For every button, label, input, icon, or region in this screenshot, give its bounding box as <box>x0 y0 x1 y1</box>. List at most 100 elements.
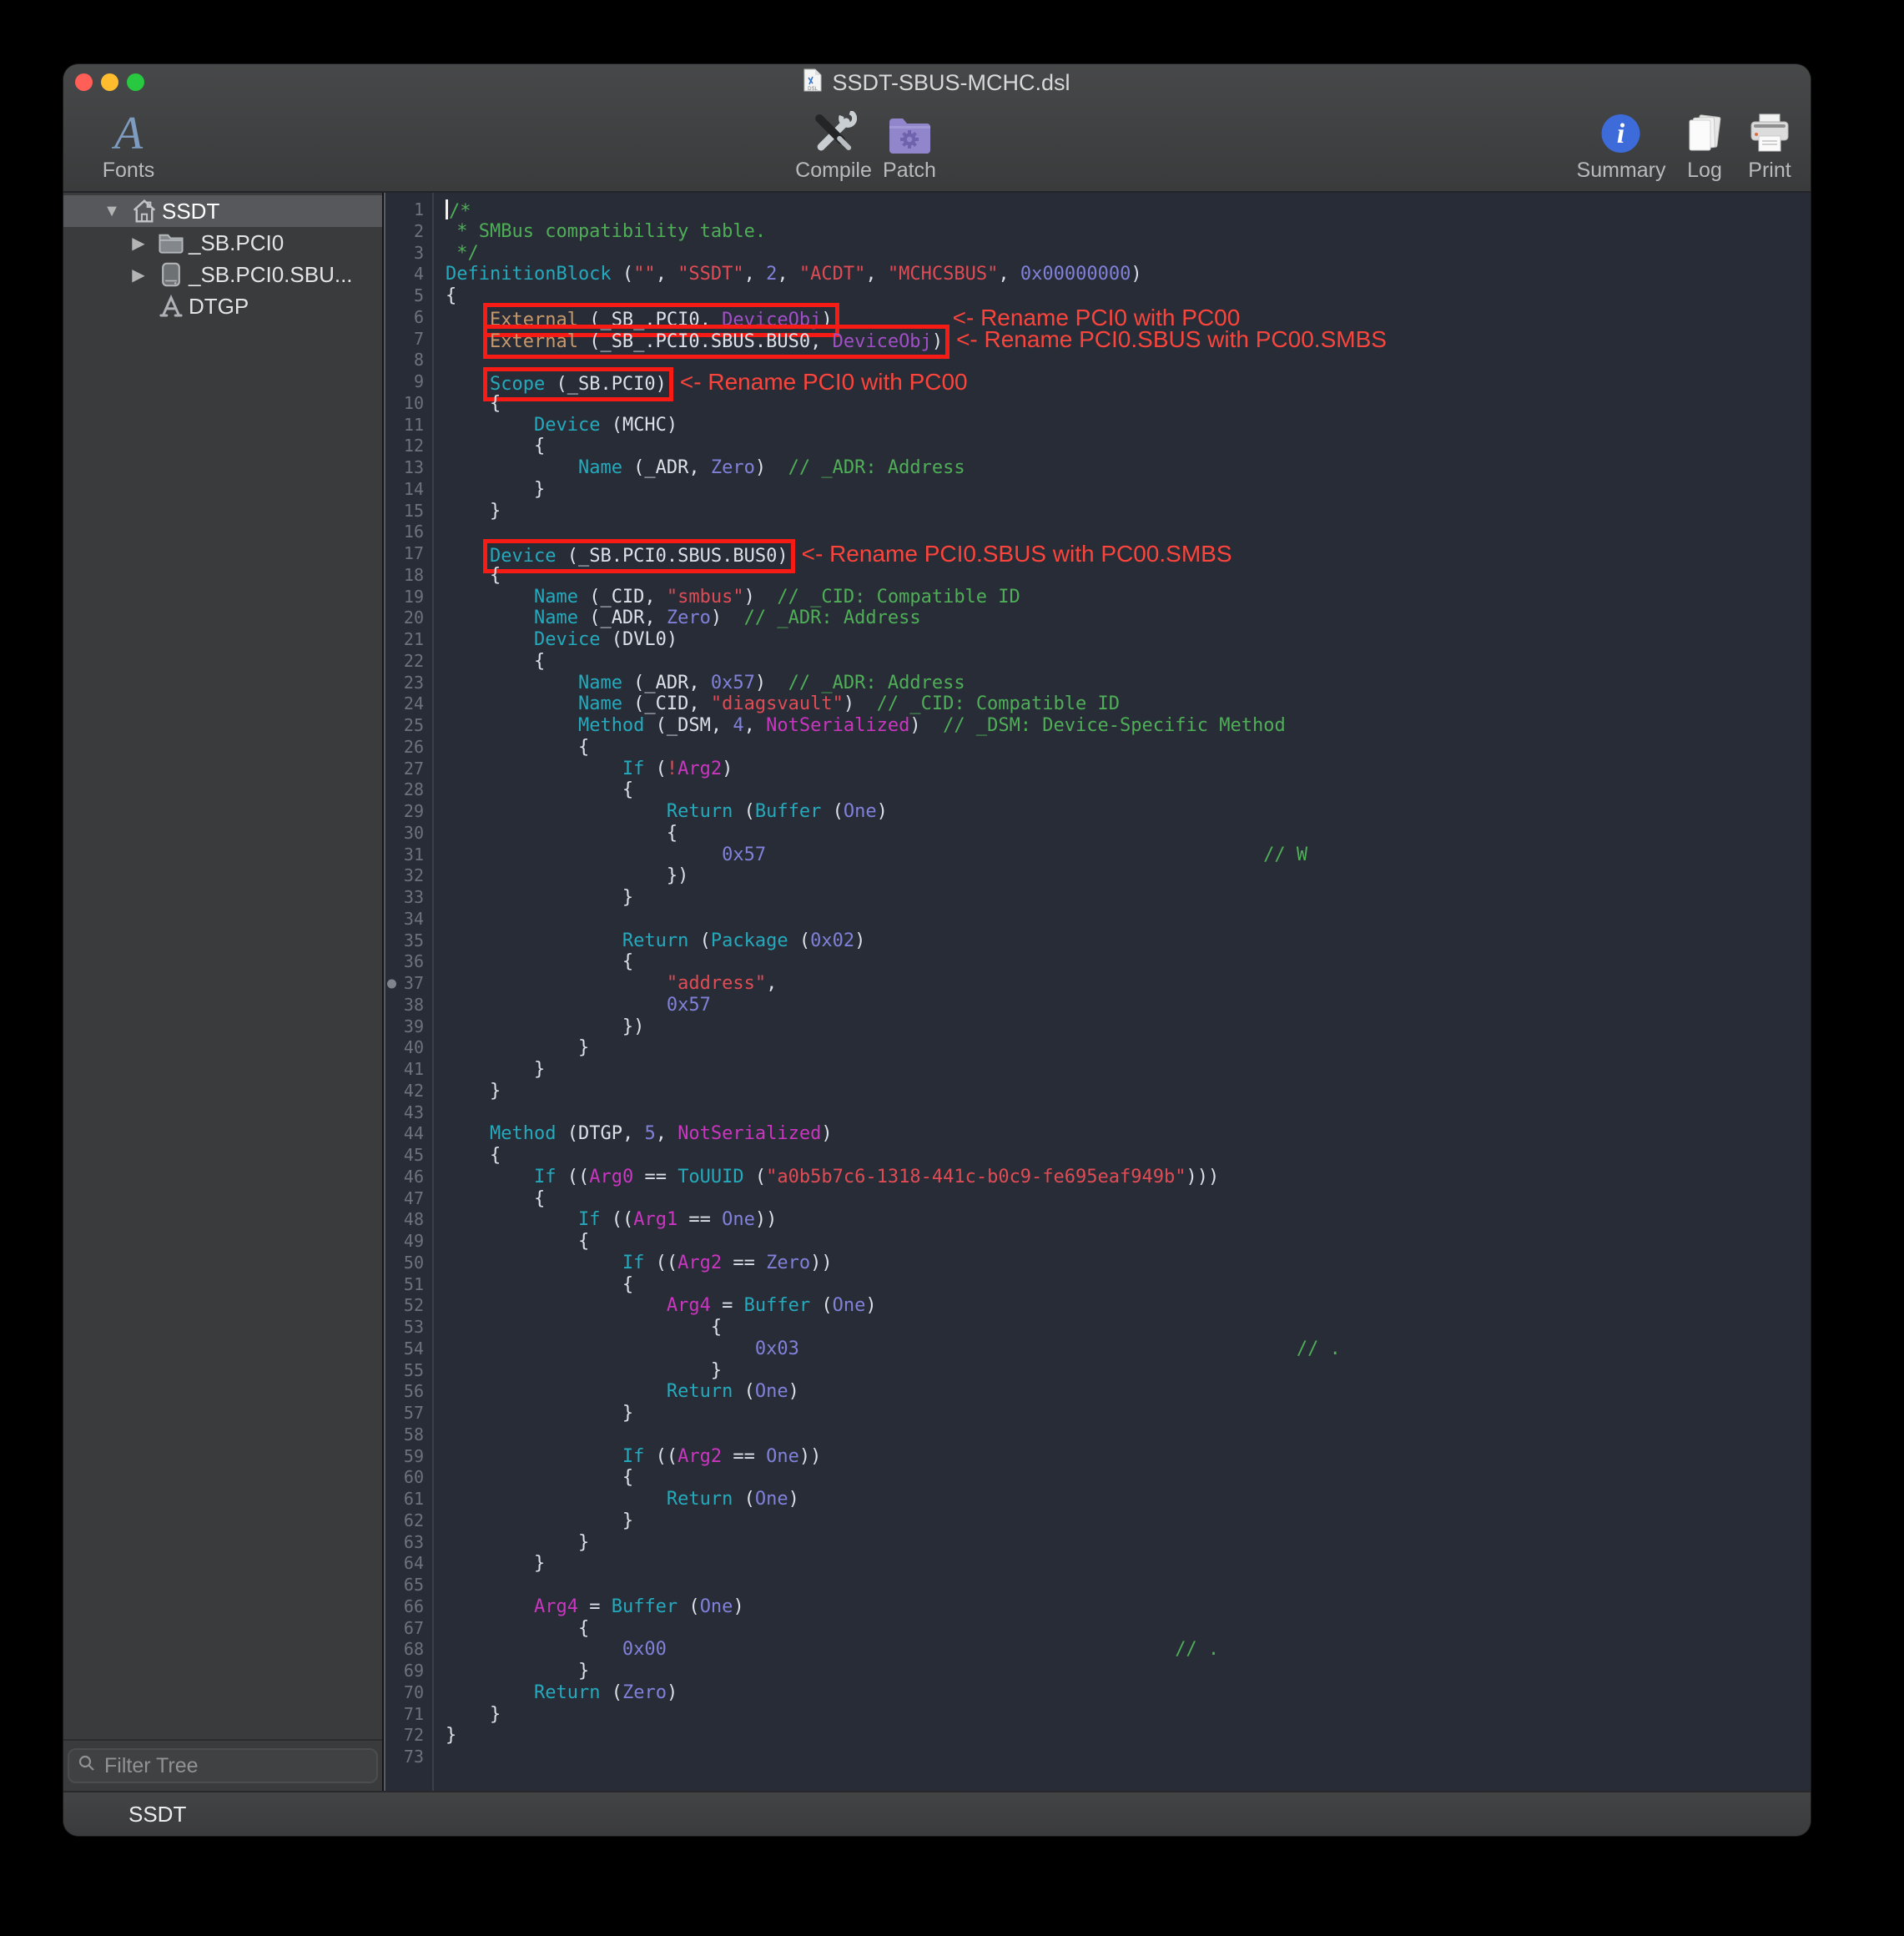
code-line: 63 } <box>384 1532 1811 1554</box>
code-line-text: "address", <box>434 973 777 995</box>
code-line: 21 Device (DVL0) <box>384 629 1811 651</box>
code-token: ( <box>600 1682 622 1703</box>
code-token: (_DSM, <box>644 715 733 736</box>
code-line: 46 If ((Arg0 == ToUUID ("a0b5b7c6-1318-4… <box>384 1167 1811 1188</box>
log-button[interactable]: Log <box>1685 111 1725 183</box>
code-token: { <box>446 651 545 672</box>
code-token <box>446 546 490 567</box>
line-number: 42 <box>384 1081 434 1102</box>
zoom-button[interactable] <box>127 73 144 91</box>
code-line-text: { <box>434 737 589 759</box>
code-token: { <box>446 1317 722 1338</box>
code-token: Zero <box>711 457 755 478</box>
code-token: Arg2 <box>677 759 722 779</box>
code-content: 1/*2 * SMBus compatibility table.3 */4De… <box>384 199 1811 1768</box>
code-line: 54 0x03 // . <box>384 1339 1811 1360</box>
code-token: Device <box>490 546 556 567</box>
home-icon <box>127 199 162 224</box>
compile-button[interactable]: Compile <box>795 111 872 183</box>
code-token: "" <box>633 264 656 285</box>
code-line-text: External (_SB_.PCI0, DeviceObj)<- Rename… <box>434 307 1240 329</box>
compile-label: Compile <box>795 159 872 183</box>
sidebar-item--sb-pci0-sbu-[interactable]: ▶_SB.PCI0.SBU... <box>63 259 382 290</box>
sidebar-item-dtgp[interactable]: DTGP <box>63 290 382 322</box>
code-token: ) <box>865 1295 876 1316</box>
code-token: } <box>446 479 545 500</box>
patch-button[interactable]: Patch <box>883 111 936 183</box>
code-token: 5 <box>644 1123 655 1144</box>
code-token: 4 <box>733 715 743 736</box>
code-line-text: } <box>434 1532 589 1554</box>
code-line: 47 { <box>384 1188 1811 1210</box>
code-token: { <box>446 779 633 800</box>
code-token <box>446 715 578 736</box>
fonts-button[interactable]: A Fonts <box>103 111 155 183</box>
code-line: 27 If (!Arg2) <box>384 759 1811 780</box>
code-token: , <box>865 264 888 285</box>
minimize-button[interactable] <box>101 73 118 91</box>
code-line-text: 0x57 // W <box>434 844 1307 866</box>
line-number: 62 <box>384 1510 434 1532</box>
code-line-text: Scope (_SB.PCI0)<- Rename PCI0 with PC00 <box>434 371 968 393</box>
code-line: 9 Scope (_SB.PCI0)<- Rename PCI0 with PC… <box>384 371 1811 393</box>
code-line: 56 Return (One) <box>384 1381 1811 1403</box>
line-number: 7 <box>384 329 434 350</box>
line-number: 39 <box>384 1016 434 1038</box>
code-token: ( <box>688 930 711 951</box>
patch-highlight-box: Scope (_SB.PCI0) <box>490 374 667 395</box>
code-token <box>446 587 534 608</box>
code-token: == <box>722 1253 766 1273</box>
patch-icon <box>887 111 932 154</box>
code-line: 70 Return (Zero) <box>384 1682 1811 1704</box>
code-token: , <box>656 264 678 285</box>
print-button[interactable]: Print <box>1748 111 1791 183</box>
code-token: { <box>446 393 501 414</box>
line-number: 43 <box>384 1102 434 1124</box>
filter-tree-input[interactable]: Filter Tree <box>68 1748 378 1783</box>
code-line-text: Name (_ADR, Zero) // _ADR: Address <box>434 457 965 479</box>
chevron-right-icon[interactable]: ▶ <box>123 233 154 254</box>
code-token: // _ADR: Address <box>788 673 965 693</box>
code-token: } <box>446 1704 501 1725</box>
code-token: (DTGP, <box>556 1123 644 1144</box>
code-token <box>446 331 490 352</box>
line-number: 30 <box>384 823 434 844</box>
code-line-text: Name (_CID, "smbus") // _CID: Compatible… <box>434 587 1020 608</box>
sidebar-item-ssdt[interactable]: ▼SSDT <box>63 195 382 227</box>
device-icon <box>154 262 189 287</box>
line-number: 53 <box>384 1317 434 1339</box>
filter-bar: Filter Tree <box>63 1739 382 1791</box>
code-token: { <box>446 1145 501 1166</box>
line-number: 47 <box>384 1188 434 1210</box>
code-token: Name <box>578 693 622 714</box>
line-number: 3 <box>384 243 434 265</box>
code-line-text: Name (_CID, "diagsvault") // _CID: Compa… <box>434 693 1120 715</box>
chevron-right-icon[interactable]: ▶ <box>123 265 154 285</box>
code-editor[interactable]: 1/*2 * SMBus compatibility table.3 */4De… <box>382 193 1811 1791</box>
code-line-text: Return (One) <box>434 1381 799 1403</box>
code-token: { <box>446 951 633 972</box>
code-line-text: 0x57 <box>434 995 711 1016</box>
chevron-down-icon[interactable]: ▼ <box>97 202 127 221</box>
code-token <box>446 629 534 650</box>
code-token: ToUUID <box>677 1167 743 1187</box>
close-button[interactable] <box>75 73 93 91</box>
code-line-text <box>434 909 446 930</box>
traffic-lights <box>75 73 144 91</box>
code-token <box>446 801 667 822</box>
code-token: "diagsvault" <box>711 693 844 714</box>
code-token: If <box>534 1167 557 1187</box>
code-line-text: } <box>434 887 633 909</box>
line-number: 9 <box>384 371 434 393</box>
code-token: One <box>700 1596 733 1617</box>
summary-button[interactable]: i Summary <box>1577 111 1666 183</box>
code-line: 72} <box>384 1725 1811 1747</box>
code-token <box>446 457 578 478</box>
code-line-text: Method (_DSM, 4, NotSerialized) // _DSM:… <box>434 715 1286 737</box>
code-line: 20 Name (_ADR, Zero) // _ADR: Address <box>384 608 1811 629</box>
folder-icon <box>154 232 189 254</box>
code-token: One <box>833 1295 866 1316</box>
code-line: 41 } <box>384 1059 1811 1081</box>
sidebar-item--sb-pci0[interactable]: ▶_SB.PCI0 <box>63 227 382 259</box>
code-token: 2 <box>766 264 777 285</box>
